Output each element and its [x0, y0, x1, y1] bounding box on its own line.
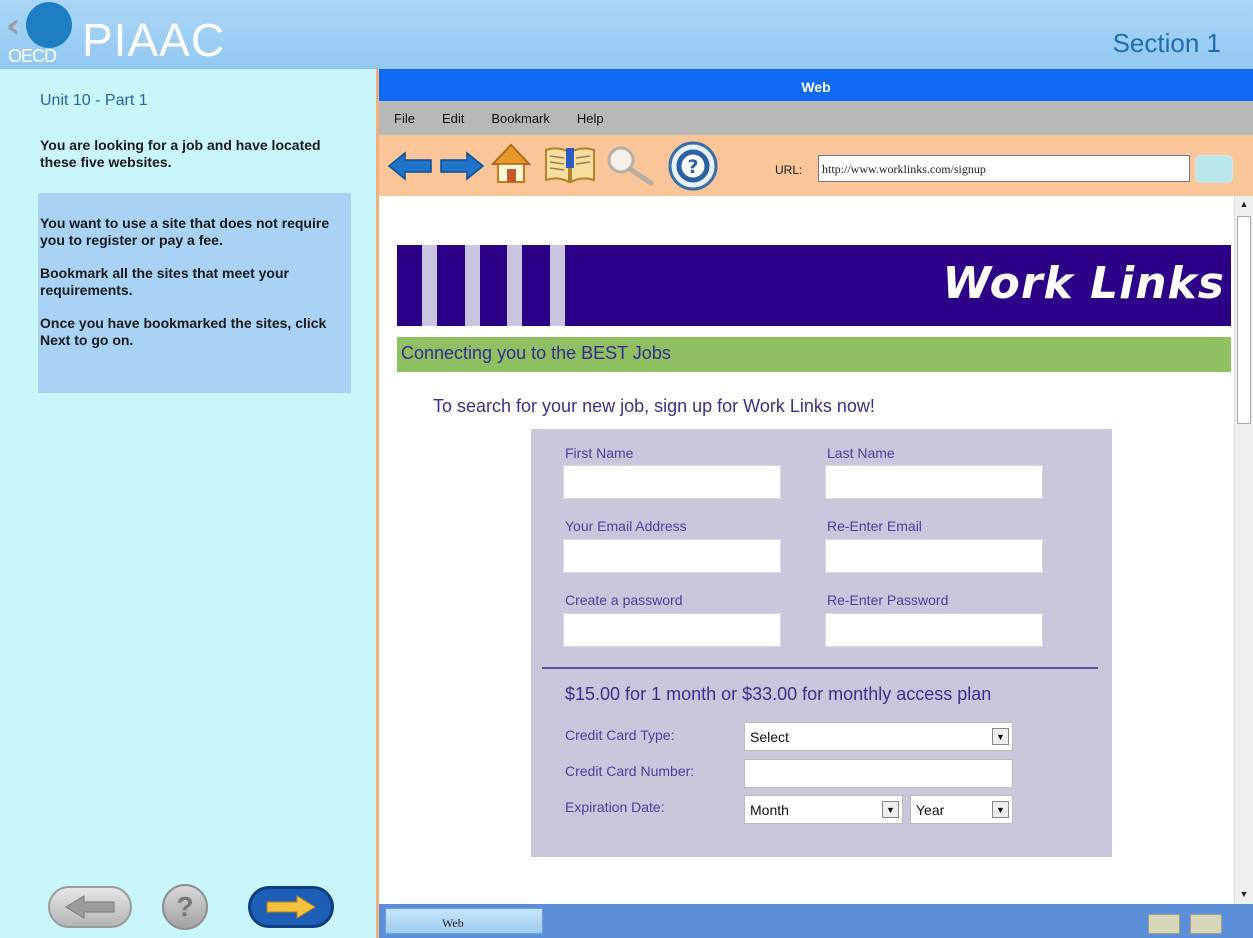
bookmark-book-icon — [545, 147, 595, 184]
forward-button[interactable] — [439, 150, 485, 182]
url-go-button[interactable] — [1195, 155, 1233, 183]
back-button[interactable] — [387, 150, 433, 182]
header-bar: ‹‹ OECD PIAAC Section 1 — [0, 0, 1253, 69]
search-icon — [607, 146, 654, 186]
year-value: Year — [916, 802, 945, 818]
first-name-label: First Name — [565, 445, 634, 461]
email-field[interactable] — [563, 539, 781, 573]
single-pane-layout-icon[interactable] — [1148, 914, 1180, 934]
browser-window: Web File Edit Bookmark Help ? URL: http:… — [376, 69, 1253, 938]
help-icon: ? — [668, 141, 718, 191]
section-label: Section 1 — [1112, 28, 1221, 58]
signup-message: To search for your new job, sign up for … — [433, 396, 875, 416]
cc-type-select[interactable]: Select ▼ — [744, 722, 1013, 751]
first-name-field[interactable] — [563, 465, 781, 499]
signup-form: First Name Last Name Your Email Address … — [531, 429, 1112, 857]
logo-piaac-text: PIAAC — [82, 14, 226, 66]
instruction-panel: Unit 10 - Part 1 You are looking for a j… — [0, 69, 376, 938]
month-select[interactable]: Month ▼ — [744, 795, 903, 824]
task-text: Bookmark all the sites that meet your re… — [40, 265, 289, 298]
scroll-thumb[interactable] — [1237, 216, 1251, 424]
back-arrow-icon — [387, 151, 432, 181]
cc-type-value: Select — [750, 729, 789, 745]
last-name-field[interactable] — [825, 465, 1043, 499]
taskbar: Web — [379, 904, 1253, 938]
banner-stripe — [422, 245, 437, 326]
cc-number-label: Credit Card Number: — [565, 763, 695, 779]
scroll-up-arrow-icon[interactable]: ▲ — [1238, 199, 1250, 211]
logo-circle-icon — [26, 2, 72, 48]
menu-file[interactable]: File — [394, 111, 415, 126]
help-button[interactable]: ? — [162, 884, 208, 930]
menu-edit[interactable]: Edit — [442, 111, 464, 126]
task-box: You want to use a site that does not req… — [38, 193, 351, 393]
svg-text:?: ? — [687, 156, 698, 178]
chevron-down-icon: ▼ — [992, 728, 1009, 745]
pricing-text: $15.00 for 1 month or $33.00 for monthly… — [565, 684, 992, 704]
last-name-label: Last Name — [827, 445, 895, 461]
form-divider — [542, 667, 1098, 669]
oecd-piaac-logo: ‹‹ OECD PIAAC — [0, 0, 300, 69]
banner-stripe — [550, 245, 565, 326]
re-password-field[interactable] — [825, 613, 1043, 647]
banner-stripe — [465, 245, 480, 326]
question-mark-icon: ? — [176, 891, 194, 922]
left-arrow-icon — [65, 895, 115, 919]
re-email-label: Re-Enter Email — [827, 518, 922, 534]
taskbar-web-tab[interactable]: Web — [385, 908, 543, 934]
intro-text: You are looking for a job and have locat… — [40, 137, 321, 170]
month-value: Month — [750, 802, 789, 818]
chevron-down-icon: ▼ — [992, 801, 1009, 818]
previous-button[interactable] — [48, 886, 132, 928]
url-field[interactable]: http://www.worklinks.com/signup — [818, 155, 1190, 182]
bookmark-button[interactable] — [542, 142, 598, 188]
task-text: You want to use a site that does not req… — [40, 215, 330, 248]
banner-stripe — [507, 245, 522, 326]
password-field[interactable] — [563, 613, 781, 647]
web-page-content: Work Links Connecting you to the BEST Jo… — [379, 196, 1231, 904]
search-button[interactable] — [603, 143, 655, 187]
forward-arrow-icon — [440, 151, 485, 181]
worklinks-banner: Work Links — [397, 245, 1231, 326]
expiration-label: Expiration Date: — [565, 799, 665, 815]
logo-oecd-text: OECD — [8, 46, 57, 66]
vertical-scrollbar[interactable]: ▲ ▼ — [1234, 196, 1253, 904]
scroll-down-arrow-icon[interactable]: ▼ — [1238, 889, 1250, 901]
right-arrow-icon — [266, 895, 316, 919]
split-pane-layout-icon[interactable] — [1190, 914, 1222, 934]
worklinks-logo: Work Links — [942, 258, 1225, 309]
menu-help[interactable]: Help — [577, 111, 604, 126]
tagline: Connecting you to the BEST Jobs — [397, 337, 1231, 372]
browser-title-bar: Web — [379, 69, 1253, 101]
cc-type-label: Credit Card Type: — [565, 727, 675, 743]
home-button[interactable] — [491, 142, 531, 186]
year-select[interactable]: Year ▼ — [910, 795, 1013, 824]
email-label: Your Email Address — [565, 518, 687, 534]
menu-bar: File Edit Bookmark Help — [379, 101, 1253, 135]
browser-help-button[interactable]: ? — [666, 140, 720, 192]
next-button[interactable] — [248, 886, 334, 928]
menu-bookmark[interactable]: Bookmark — [491, 111, 550, 126]
password-label: Create a password — [565, 592, 683, 608]
browser-toolbar: ? URL: http://www.worklinks.com/signup — [379, 135, 1253, 196]
chevron-down-icon: ▼ — [882, 801, 899, 818]
url-label: URL: — [775, 163, 803, 177]
re-email-field[interactable] — [825, 539, 1043, 573]
unit-title: Unit 10 - Part 1 — [40, 92, 148, 109]
home-icon — [491, 143, 531, 183]
cc-number-field[interactable] — [744, 759, 1013, 788]
re-password-label: Re-Enter Password — [827, 592, 949, 608]
task-text: Once you have bookmarked the sites, clic… — [40, 315, 327, 348]
